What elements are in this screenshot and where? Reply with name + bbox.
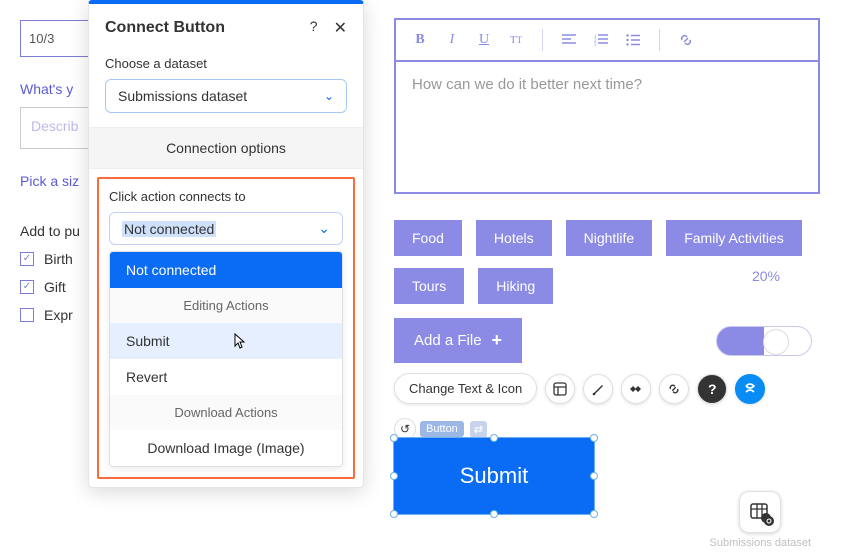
choose-dataset-label: Choose a dataset: [105, 56, 347, 71]
connection-options-header: Connection options: [89, 127, 363, 169]
click-action-label: Click action connects to: [109, 189, 343, 204]
add-file-label: Add a File: [414, 332, 482, 349]
align-icon[interactable]: [555, 26, 583, 54]
submit-button-element[interactable]: Submit: [394, 438, 594, 514]
dropdown-option-submit[interactable]: Submit: [110, 323, 342, 359]
checkbox-gift[interactable]: ✓: [20, 280, 34, 294]
text-size-icon[interactable]: TT: [502, 26, 530, 54]
selection-box: [393, 437, 595, 515]
bold-icon[interactable]: B: [406, 26, 434, 54]
resize-handle[interactable]: [490, 434, 498, 442]
chevron-down-icon: ⌄: [324, 89, 334, 103]
chevron-down-icon: ⌄: [318, 220, 330, 237]
click-action-value: Not connected: [122, 221, 216, 237]
close-icon[interactable]: ✕: [334, 18, 347, 38]
tag-tours[interactable]: Tours: [394, 268, 464, 304]
click-action-highlight: Click action connects to Not connected ⌄…: [97, 177, 355, 479]
percent-label: 20%: [752, 268, 820, 304]
dropdown-option-not-connected[interactable]: Not connected: [110, 252, 342, 288]
connect-button-panel: Connect Button ? ✕ Choose a dataset Subm…: [88, 0, 364, 488]
data-connect-icon[interactable]: [735, 374, 765, 404]
bullet-list-icon[interactable]: [619, 26, 647, 54]
tag-hiking[interactable]: Hiking: [478, 268, 553, 304]
dropdown-group-editing: Editing Actions: [110, 288, 342, 323]
italic-icon[interactable]: I: [438, 26, 466, 54]
dataset-widget-label: Submissions dataset: [710, 537, 812, 550]
resize-handle[interactable]: [590, 510, 598, 518]
toggle-switch[interactable]: [716, 326, 812, 356]
checkbox-label: Expr: [44, 307, 73, 323]
swap-icon[interactable]: ⇄: [470, 421, 487, 438]
checkbox-expr[interactable]: [20, 308, 34, 322]
rte-toolbar: B I U TT 123: [396, 20, 818, 62]
animation-icon[interactable]: [621, 374, 651, 404]
layout-icon[interactable]: [545, 374, 575, 404]
plus-icon: +: [492, 330, 503, 351]
checkbox-birth[interactable]: ✓: [20, 252, 34, 266]
dropdown-option-download-image[interactable]: Download Image (Image): [110, 430, 342, 466]
help-icon[interactable]: ?: [310, 18, 318, 38]
rich-text-editor: B I U TT 123 How can we do it better nex…: [394, 18, 820, 194]
dropdown-option-revert[interactable]: Revert: [110, 359, 342, 395]
dataset-select[interactable]: Submissions dataset ⌄: [105, 79, 347, 113]
change-text-icon-button[interactable]: Change Text & Icon: [394, 373, 537, 404]
checkbox-label: Birth: [44, 251, 73, 267]
dropdown-group-download: Download Actions: [110, 395, 342, 430]
link-icon[interactable]: [672, 26, 700, 54]
resize-handle[interactable]: [390, 472, 398, 480]
dataset-widget-icon[interactable]: [739, 491, 781, 533]
tag-nightlife[interactable]: Nightlife: [566, 220, 653, 256]
dataset-select-value: Submissions dataset: [118, 88, 247, 104]
underline-icon[interactable]: U: [470, 26, 498, 54]
rte-textarea[interactable]: How can we do it better next time?: [396, 62, 818, 192]
resize-handle[interactable]: [490, 510, 498, 518]
help-icon[interactable]: ?: [697, 374, 727, 404]
resize-handle[interactable]: [390, 510, 398, 518]
add-file-button[interactable]: Add a File +: [394, 318, 522, 363]
dropdown-option-label: Submit: [126, 333, 170, 349]
click-action-dropdown: Not connected Editing Actions Submit Rev…: [109, 251, 343, 467]
design-icon[interactable]: [583, 374, 613, 404]
resize-handle[interactable]: [590, 434, 598, 442]
panel-title: Connect Button: [105, 19, 225, 37]
tag-food[interactable]: Food: [394, 220, 462, 256]
link-icon[interactable]: [659, 374, 689, 404]
element-type-badge: Button: [420, 421, 464, 437]
checkbox-label: Gift: [44, 279, 66, 295]
resize-handle[interactable]: [390, 434, 398, 442]
tag-hotels[interactable]: Hotels: [476, 220, 552, 256]
svg-text:3: 3: [594, 43, 597, 46]
cursor-icon: [234, 333, 248, 349]
click-action-select[interactable]: Not connected ⌄: [109, 212, 343, 245]
tag-family[interactable]: Family Activities: [666, 220, 802, 256]
ordered-list-icon[interactable]: 123: [587, 26, 615, 54]
resize-handle[interactable]: [590, 472, 598, 480]
